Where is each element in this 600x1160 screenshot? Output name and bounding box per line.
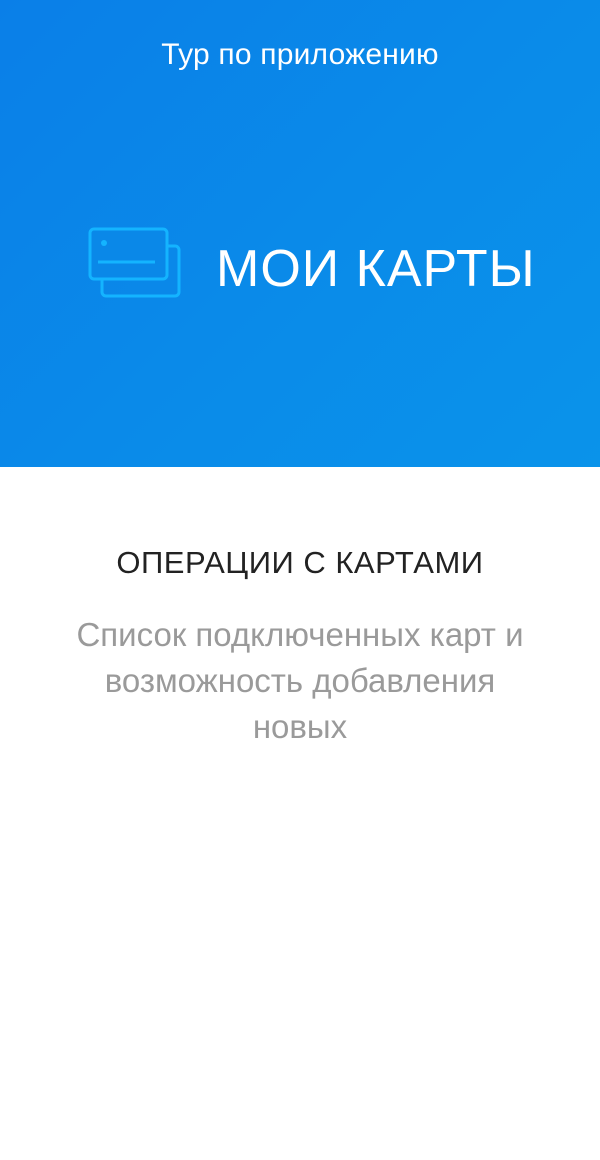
page-title: Тур по приложению: [161, 38, 439, 71]
hero-banner: Тур по приложению МОИ КАРТЫ: [0, 0, 600, 467]
feature-heading: ОПЕРАЦИИ С КАРТАМИ: [116, 545, 484, 580]
section-title: МОИ КАРТЫ: [216, 240, 536, 298]
feature-description: Список подключенных карт и возможность д…: [76, 616, 524, 745]
cards-icon: [88, 227, 181, 298]
